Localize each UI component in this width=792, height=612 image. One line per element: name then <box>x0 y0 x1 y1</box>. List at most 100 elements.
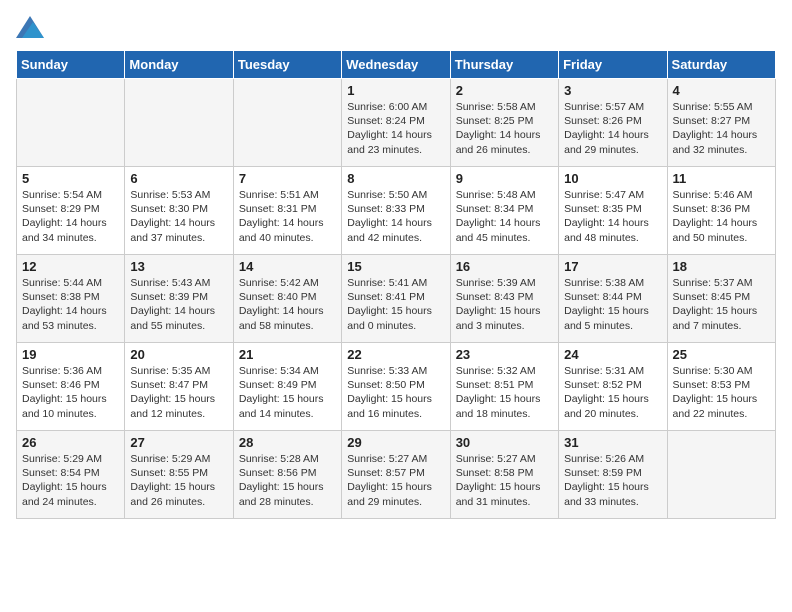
daylight-text: Daylight: 15 hours and 31 minutes. <box>456 480 553 508</box>
day-number: 29 <box>347 435 444 450</box>
calendar-week-3: 12Sunrise: 5:44 AMSunset: 8:38 PMDayligh… <box>17 255 776 343</box>
daylight-text: Daylight: 14 hours and 42 minutes. <box>347 216 444 244</box>
day-info: Sunrise: 5:54 AMSunset: 8:29 PMDaylight:… <box>22 188 119 245</box>
sunrise-text: Sunrise: 5:39 AM <box>456 276 553 290</box>
calendar-cell: 4Sunrise: 5:55 AMSunset: 8:27 PMDaylight… <box>667 79 775 167</box>
daylight-text: Daylight: 14 hours and 34 minutes. <box>22 216 119 244</box>
day-info: Sunrise: 5:36 AMSunset: 8:46 PMDaylight:… <box>22 364 119 421</box>
day-number: 24 <box>564 347 661 362</box>
day-info: Sunrise: 5:42 AMSunset: 8:40 PMDaylight:… <box>239 276 336 333</box>
day-number: 3 <box>564 83 661 98</box>
day-number: 27 <box>130 435 227 450</box>
daylight-text: Daylight: 15 hours and 33 minutes. <box>564 480 661 508</box>
day-info: Sunrise: 5:39 AMSunset: 8:43 PMDaylight:… <box>456 276 553 333</box>
day-number: 31 <box>564 435 661 450</box>
day-info: Sunrise: 5:41 AMSunset: 8:41 PMDaylight:… <box>347 276 444 333</box>
day-info: Sunrise: 6:00 AMSunset: 8:24 PMDaylight:… <box>347 100 444 157</box>
calendar-cell <box>17 79 125 167</box>
day-number: 6 <box>130 171 227 186</box>
daylight-text: Daylight: 15 hours and 14 minutes. <box>239 392 336 420</box>
daylight-text: Daylight: 15 hours and 12 minutes. <box>130 392 227 420</box>
day-number: 30 <box>456 435 553 450</box>
calendar-cell: 2Sunrise: 5:58 AMSunset: 8:25 PMDaylight… <box>450 79 558 167</box>
calendar-cell <box>667 431 775 519</box>
calendar-cell: 19Sunrise: 5:36 AMSunset: 8:46 PMDayligh… <box>17 343 125 431</box>
calendar-cell: 25Sunrise: 5:30 AMSunset: 8:53 PMDayligh… <box>667 343 775 431</box>
sunrise-text: Sunrise: 5:51 AM <box>239 188 336 202</box>
calendar-cell: 31 Sunrise: 5:26 AMSunset: 8:59 PMDayligh… <box>559 431 667 519</box>
day-number: 18 <box>673 259 770 274</box>
day-number: 7 <box>239 171 336 186</box>
day-info: Sunrise: 5:30 AMSunset: 8:53 PMDaylight:… <box>673 364 770 421</box>
sunset-text: Sunset: 8:54 PM <box>22 466 119 480</box>
logo-icon <box>16 16 44 38</box>
sunset-text: Sunset: 8:36 PM <box>673 202 770 216</box>
daylight-text: Daylight: 14 hours and 55 minutes. <box>130 304 227 332</box>
sunset-text: Sunset: 8:59 PM <box>564 466 661 480</box>
day-number: 28 <box>239 435 336 450</box>
calendar-cell: 10Sunrise: 5:47 AMSunset: 8:35 PMDayligh… <box>559 167 667 255</box>
calendar-cell: 30Sunrise: 5:27 AMSunset: 8:58 PMDayligh… <box>450 431 558 519</box>
sunrise-text: Sunrise: 5:58 AM <box>456 100 553 114</box>
sunset-text: Sunset: 8:56 PM <box>239 466 336 480</box>
day-number: 11 <box>673 171 770 186</box>
sunset-text: Sunset: 8:38 PM <box>22 290 119 304</box>
sunset-text: Sunset: 8:49 PM <box>239 378 336 392</box>
sunset-text: Sunset: 8:34 PM <box>456 202 553 216</box>
day-info: Sunrise: 5:51 AMSunset: 8:31 PMDaylight:… <box>239 188 336 245</box>
day-number: 26 <box>22 435 119 450</box>
sunrise-text: Sunrise: 5:26 AM <box>564 452 661 466</box>
daylight-text: Daylight: 14 hours and 37 minutes. <box>130 216 227 244</box>
sunset-text: Sunset: 8:52 PM <box>564 378 661 392</box>
day-number: 13 <box>130 259 227 274</box>
day-number: 22 <box>347 347 444 362</box>
daylight-text: Daylight: 15 hours and 22 minutes. <box>673 392 770 420</box>
calendar-cell: 13 Sunrise: 5:43 AMSunset: 8:39 PMDayligh… <box>125 255 233 343</box>
sunrise-text: Sunrise: 5:42 AM <box>239 276 336 290</box>
calendar-cell: 26 Sunrise: 5:29 AMSunset: 8:54 PMDayligh… <box>17 431 125 519</box>
calendar-cell: 17Sunrise: 5:38 AMSunset: 8:44 PMDayligh… <box>559 255 667 343</box>
daylight-text: Daylight: 14 hours and 29 minutes. <box>564 128 661 156</box>
day-info: Sunrise: 5:43 AMSunset: 8:39 PMDaylight:… <box>130 276 227 333</box>
daylight-text: Daylight: 15 hours and 26 minutes. <box>130 480 227 508</box>
calendar-cell: 21Sunrise: 5:34 AMSunset: 8:49 PMDayligh… <box>233 343 341 431</box>
day-info: Sunrise: 5:58 AMSunset: 8:25 PMDaylight:… <box>456 100 553 157</box>
daylight-text: Daylight: 15 hours and 3 minutes. <box>456 304 553 332</box>
calendar-week-2: 5Sunrise: 5:54 AMSunset: 8:29 PMDaylight… <box>17 167 776 255</box>
day-number: 15 <box>347 259 444 274</box>
day-info: Sunrise: 5:47 AMSunset: 8:35 PMDaylight:… <box>564 188 661 245</box>
sunrise-text: Sunrise: 5:47 AM <box>564 188 661 202</box>
calendar-week-1: 1Sunrise: 6:00 AMSunset: 8:24 PMDaylight… <box>17 79 776 167</box>
weekday-header-wednesday: Wednesday <box>342 51 450 79</box>
weekday-header-friday: Friday <box>559 51 667 79</box>
day-number: 16 <box>456 259 553 274</box>
daylight-text: Daylight: 14 hours and 40 minutes. <box>239 216 336 244</box>
daylight-text: Daylight: 14 hours and 26 minutes. <box>456 128 553 156</box>
daylight-text: Daylight: 15 hours and 16 minutes. <box>347 392 444 420</box>
daylight-text: Daylight: 14 hours and 58 minutes. <box>239 304 336 332</box>
sunset-text: Sunset: 8:53 PM <box>673 378 770 392</box>
daylight-text: Daylight: 14 hours and 48 minutes. <box>564 216 661 244</box>
day-info: Sunrise: 5:46 AMSunset: 8:36 PMDaylight:… <box>673 188 770 245</box>
day-info: Sunrise: 5:26 AMSunset: 8:59 PMDaylight:… <box>564 452 661 509</box>
daylight-text: Daylight: 14 hours and 32 minutes. <box>673 128 770 156</box>
sunrise-text: Sunrise: 6:00 AM <box>347 100 444 114</box>
daylight-text: Daylight: 15 hours and 7 minutes. <box>673 304 770 332</box>
day-info: Sunrise: 5:29 AMSunset: 8:54 PMDaylight:… <box>22 452 119 509</box>
sunset-text: Sunset: 8:25 PM <box>456 114 553 128</box>
sunset-text: Sunset: 8:26 PM <box>564 114 661 128</box>
sunrise-text: Sunrise: 5:29 AM <box>22 452 119 466</box>
calendar-cell: 15 Sunrise: 5:41 AMSunset: 8:41 PMDayligh… <box>342 255 450 343</box>
calendar-cell: 6 Sunrise: 5:53 AMSunset: 8:30 PMDaylight… <box>125 167 233 255</box>
sunrise-text: Sunrise: 5:37 AM <box>673 276 770 290</box>
day-info: Sunrise: 5:55 AMSunset: 8:27 PMDaylight:… <box>673 100 770 157</box>
sunrise-text: Sunrise: 5:29 AM <box>130 452 227 466</box>
calendar-cell: 29 Sunrise: 5:27 AMSunset: 8:57 PMDayligh… <box>342 431 450 519</box>
daylight-text: Daylight: 14 hours and 23 minutes. <box>347 128 444 156</box>
day-info: Sunrise: 5:53 AMSunset: 8:30 PMDaylight:… <box>130 188 227 245</box>
daylight-text: Daylight: 15 hours and 24 minutes. <box>22 480 119 508</box>
day-info: Sunrise: 5:27 AMSunset: 8:57 PMDaylight:… <box>347 452 444 509</box>
sunset-text: Sunset: 8:33 PM <box>347 202 444 216</box>
day-info: Sunrise: 5:57 AMSunset: 8:26 PMDaylight:… <box>564 100 661 157</box>
calendar-cell: 14Sunrise: 5:42 AMSunset: 8:40 PMDayligh… <box>233 255 341 343</box>
